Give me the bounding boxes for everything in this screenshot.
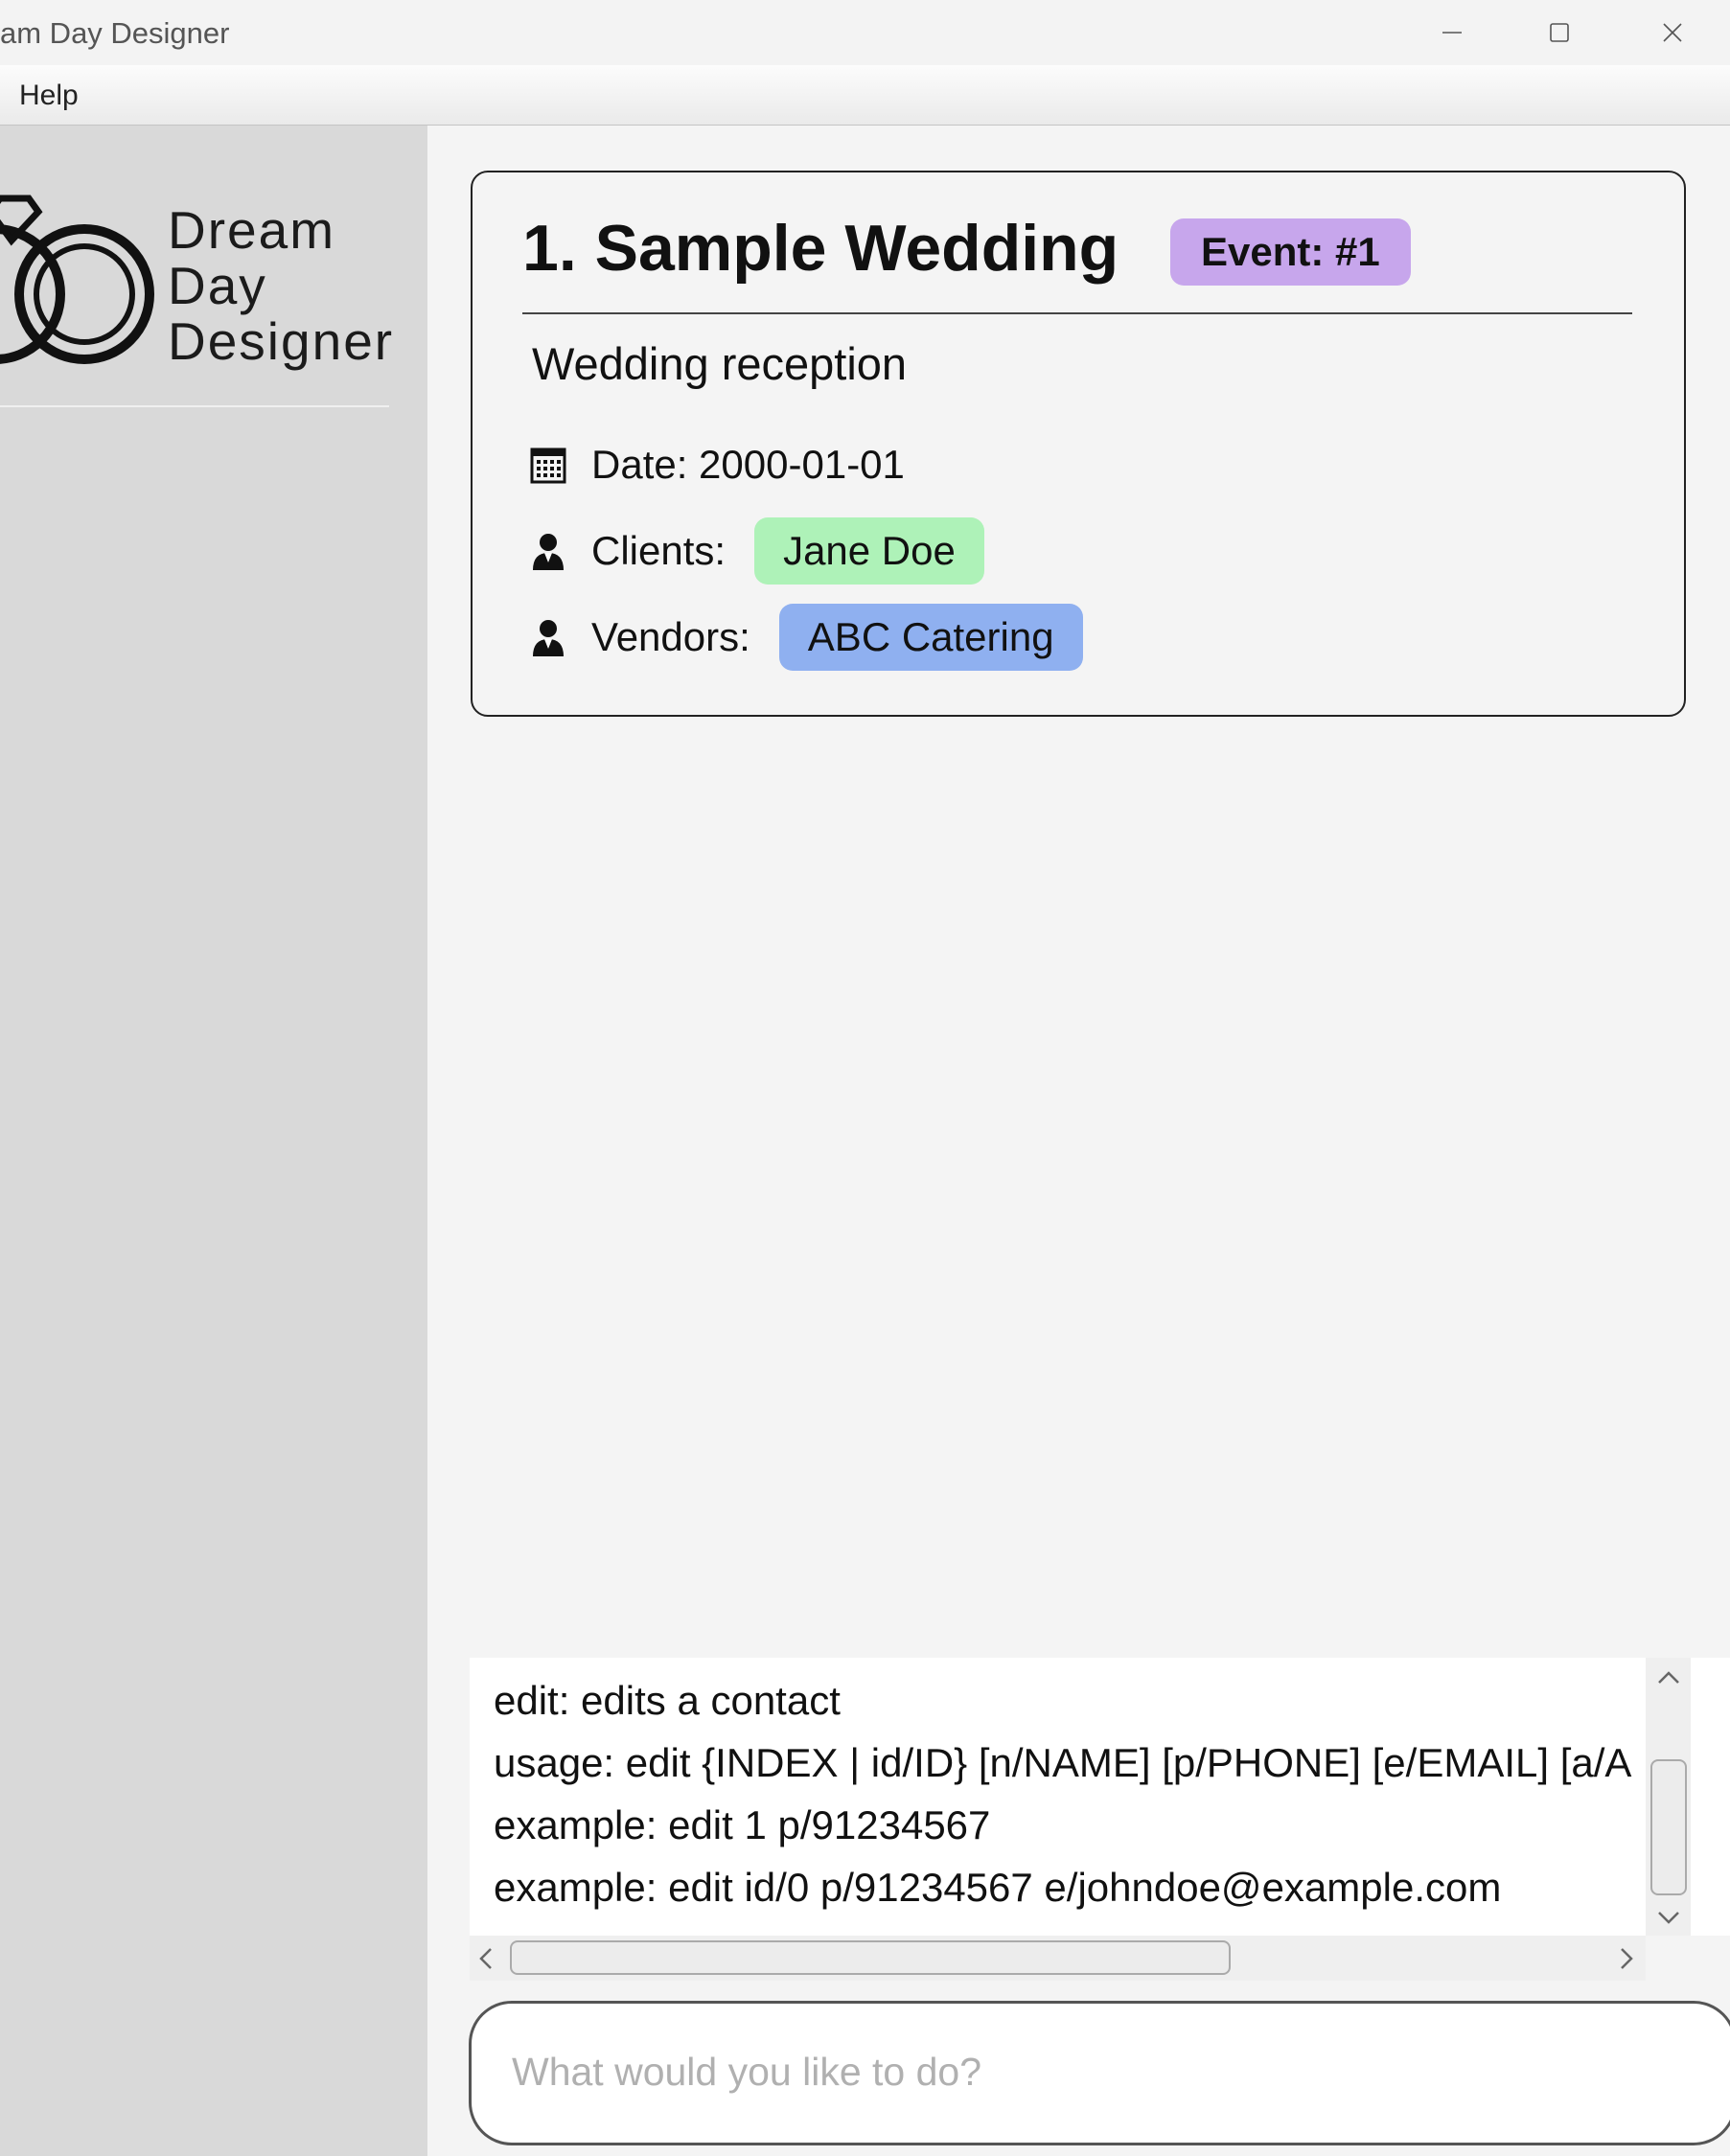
person-icon (530, 617, 566, 657)
title-bar: am Day Designer (0, 0, 1730, 65)
logo-text: Dream Day Designer (168, 202, 394, 369)
close-button[interactable] (1622, 0, 1722, 65)
result-line: example: edit 1 p/91234567 (494, 1802, 991, 1847)
vendors-label: Vendors: (591, 614, 750, 659)
chevron-up-icon (1658, 1671, 1679, 1684)
event-card[interactable]: 1. Sample Wedding Event: #1 Wedding rece… (471, 171, 1686, 717)
calendar-icon (530, 445, 566, 485)
maximize-button[interactable] (1509, 0, 1609, 65)
minimize-icon (1442, 32, 1462, 34)
chevron-right-icon (1621, 1948, 1633, 1969)
event-id-badge: Event: #1 (1170, 218, 1411, 286)
event-vendors-row: Vendors: ABC Catering (530, 604, 1083, 671)
chevron-left-icon (479, 1948, 492, 1969)
menu-bar: Help (0, 65, 1730, 126)
result-text: edit: edits a contact usage: edit {INDEX… (494, 1669, 1631, 1918)
logo-line: Day (168, 256, 267, 315)
sidebar-divider (0, 405, 389, 407)
close-icon (1662, 23, 1682, 42)
event-date: Date: 2000-01-01 (591, 442, 905, 487)
horizontal-scroll-thumb[interactable] (510, 1940, 1231, 1975)
maximize-icon (1549, 23, 1569, 42)
minimize-button[interactable] (1401, 0, 1502, 65)
vertical-scroll-thumb[interactable] (1650, 1759, 1687, 1895)
command-input[interactable] (510, 2032, 1693, 2111)
chevron-down-icon (1658, 1912, 1679, 1924)
event-divider (522, 312, 1632, 314)
clients-label: Clients: (591, 528, 727, 573)
client-chip: Jane Doe (754, 517, 984, 585)
person-icon (530, 531, 566, 571)
main-panel: 1. Sample Wedding Event: #1 Wedding rece… (427, 126, 1730, 2156)
wedding-rings-icon (0, 195, 154, 364)
logo-line: Designer (168, 311, 395, 371)
window-title: am Day Designer (0, 16, 230, 50)
result-line: edit: edits a contact (494, 1678, 841, 1723)
result-display[interactable]: edit: edits a contact usage: edit {INDEX… (470, 1658, 1730, 1936)
menu-help[interactable]: Help (19, 80, 79, 112)
event-description: Wedding reception (532, 338, 908, 389)
vendor-chip: ABC Catering (778, 604, 1083, 671)
event-clients-row: Clients: Jane Doe (530, 517, 984, 585)
event-title: 1. Sample Wedding (522, 212, 1119, 285)
result-line: example: edit id/0 p/91234567 e/johndoe@… (494, 1865, 1502, 1910)
result-line: usage: edit {INDEX | id/ID} [n/NAME] [p/… (494, 1740, 1632, 1785)
command-box[interactable] (469, 2001, 1730, 2145)
sidebar: Dream Day Designer (0, 126, 427, 2156)
logo-line: Dream (168, 200, 336, 260)
event-date-row: Date: 2000-01-01 (530, 431, 934, 498)
